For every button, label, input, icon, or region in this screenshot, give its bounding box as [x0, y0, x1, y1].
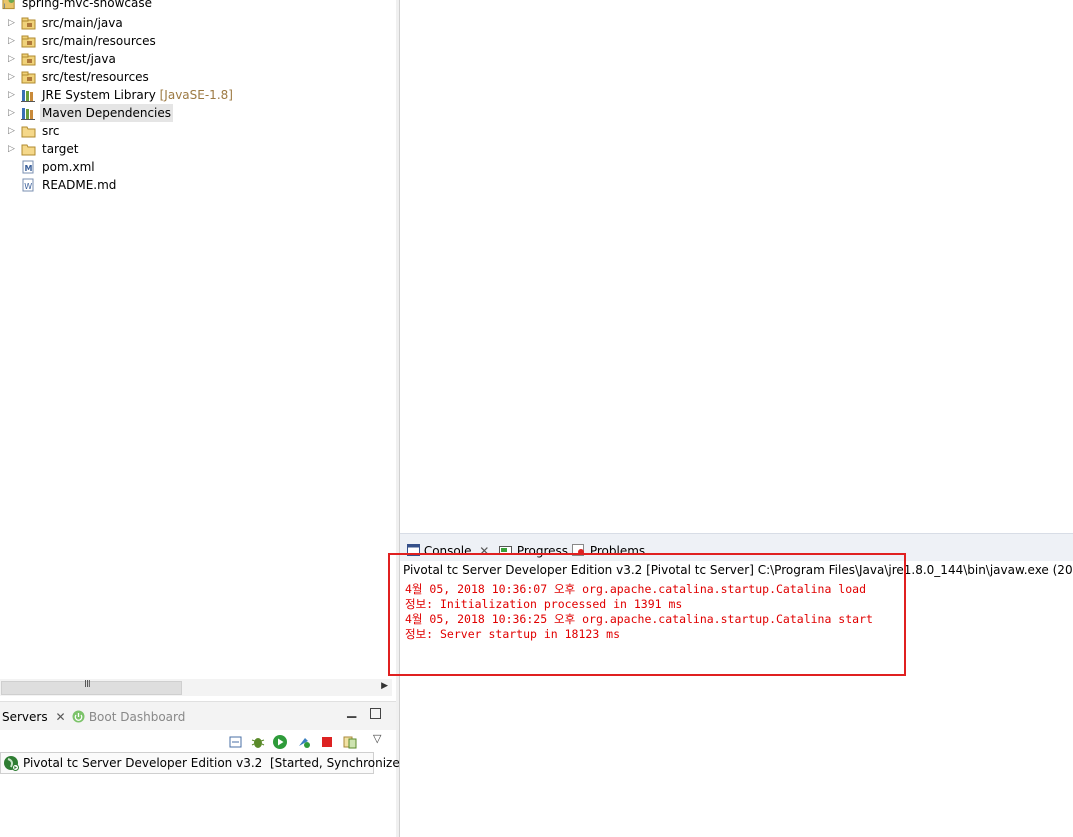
project-name: spring-mvc-showcase	[22, 0, 153, 10]
tree-item-label: Maven Dependencies	[42, 106, 172, 120]
project-icon: J	[2, 0, 15, 10]
server-entry[interactable]: Pivotal tc Server Developer Edition v3.2…	[0, 752, 412, 774]
svg-text:W: W	[24, 182, 32, 191]
server-status: [Started, Synchronized]	[269, 756, 413, 770]
tree-item-label: src/test/resources	[42, 70, 149, 84]
expand-arrow-icon[interactable]: ▷	[8, 122, 16, 140]
profile-icon[interactable]	[296, 734, 312, 750]
expand-arrow-icon[interactable]: ▷	[8, 140, 16, 158]
tab-boot-dashboard-label: Boot Dashboard	[88, 710, 186, 724]
folder-icon	[21, 144, 36, 156]
debug-icon[interactable]	[250, 734, 266, 750]
stop-icon[interactable]	[319, 734, 335, 750]
boot-dashboard-icon	[72, 710, 85, 723]
scroll-right-arrow-icon[interactable]: ▶	[381, 681, 388, 691]
tab-boot-dashboard[interactable]: Boot Dashboard	[72, 708, 185, 726]
source-folder-icon	[21, 71, 36, 84]
scrollbar-grip: III	[84, 679, 91, 690]
publish-icon[interactable]	[342, 734, 358, 750]
tree-item-label: JRE System Library	[42, 88, 156, 102]
maven-file-icon: M	[22, 160, 34, 174]
expand-arrow-icon[interactable]: ▷	[8, 86, 16, 104]
expand-arrow-icon[interactable]: ▷	[8, 68, 16, 86]
tab-servers-label: Servers	[2, 710, 48, 724]
annotation-highlight-box	[388, 553, 906, 676]
expand-arrow-icon[interactable]: ▷	[8, 104, 16, 122]
tree-item-label: src/main/java	[42, 16, 123, 30]
tree-item-label: src	[42, 124, 60, 138]
expand-arrow-icon[interactable]: ▷	[8, 14, 16, 32]
tree-item-label: README.md	[42, 178, 117, 192]
servers-tabbar: Servers ✕ Boot Dashboard ▁	[0, 701, 396, 730]
servers-toolbar: ▽	[0, 729, 396, 753]
collapse-all-icon[interactable]	[228, 734, 244, 750]
maximize-icon[interactable]	[370, 708, 381, 719]
tc-server-icon	[4, 756, 19, 771]
minimize-icon[interactable]: ▁	[347, 704, 356, 718]
project-explorer: J spring-mvc-showcase ▷ src/main/java ▷ src…	[0, 0, 396, 700]
svg-text:M: M	[25, 164, 33, 173]
scrollbar-thumb[interactable]: III	[1, 679, 182, 695]
tree-item-label: src/test/java	[42, 52, 116, 66]
tree-item-label: target	[42, 142, 79, 156]
view-menu-chevron-down-icon[interactable]: ▽	[373, 732, 381, 745]
server-name: Pivotal tc Server Developer Edition v3.2	[23, 756, 263, 770]
folder-icon	[21, 126, 36, 138]
start-icon[interactable]	[272, 734, 288, 750]
tree-item-label: src/main/resources	[42, 34, 156, 48]
horizontal-scrollbar[interactable]: III ▶	[0, 679, 392, 696]
svg-text:J: J	[3, 4, 6, 10]
tree-item-label: pom.xml	[42, 160, 95, 174]
library-icon	[21, 108, 35, 120]
source-folder-icon	[21, 17, 36, 30]
expand-arrow-icon[interactable]: ▷	[8, 50, 16, 68]
markdown-file-icon: W	[22, 178, 34, 192]
expand-arrow-icon[interactable]: ▷	[8, 32, 16, 50]
tree-item-decoration: [JavaSE-1.8]	[159, 88, 233, 102]
source-folder-icon	[21, 53, 36, 66]
close-icon[interactable]: ✕	[55, 710, 65, 724]
tab-servers[interactable]: Servers ✕	[2, 708, 66, 726]
library-icon	[21, 90, 35, 102]
source-folder-icon	[21, 35, 36, 48]
